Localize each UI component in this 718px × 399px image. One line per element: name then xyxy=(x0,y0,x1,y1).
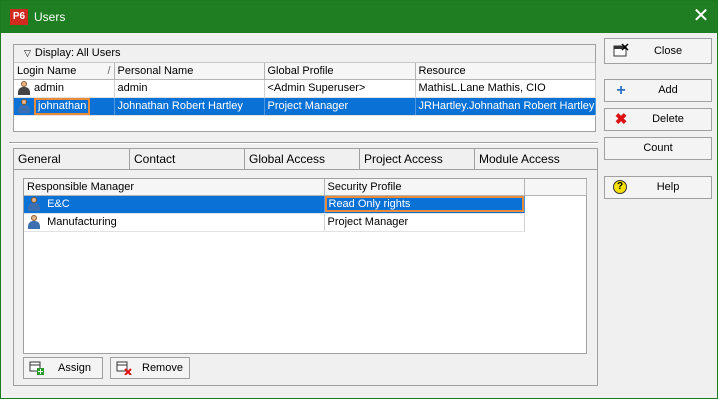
column-header-resource[interactable]: Resource xyxy=(415,63,596,80)
assign-label: Assign xyxy=(58,362,92,374)
personal-cell[interactable]: Johnathan Robert Hartley xyxy=(114,97,265,116)
close-label: Close xyxy=(653,45,683,57)
profile-cell[interactable]: Project Manager xyxy=(264,97,416,116)
login-cell[interactable]: johnathan xyxy=(14,97,115,116)
manager-cell[interactable]: E&C xyxy=(24,195,325,214)
users-table-header: Login Name / Personal Name Global Profile… xyxy=(14,63,596,80)
display-filter[interactable]: ▽ Display: All Users xyxy=(14,45,595,63)
users-list: ▽ Display: All Users Login Name / Personal… xyxy=(13,44,596,132)
delete-label: Delete xyxy=(652,113,684,125)
tab-module-access[interactable]: Module Access xyxy=(474,148,598,170)
profile-cell[interactable]: <Admin Superuser> xyxy=(264,79,416,98)
count-label: Count xyxy=(643,142,673,154)
security-profile-value: Read Only rights xyxy=(324,196,523,212)
remove-button[interactable]: Remove xyxy=(110,357,190,379)
close-window-icon xyxy=(613,43,629,57)
tab-general[interactable]: General xyxy=(13,148,130,170)
table-row[interactable]: E&C Read Only rights xyxy=(24,195,586,214)
responsible-manager-list: Responsible Manager Security Profile E&C… xyxy=(23,178,587,354)
display-label: Display: All Users xyxy=(34,47,121,59)
delete-button[interactable]: ✖ Delete xyxy=(604,108,712,131)
table-row[interactable]: johnathan Johnathan Robert Hartley Proje… xyxy=(14,97,596,116)
manager-cell[interactable]: Manufacturing xyxy=(24,213,325,232)
column-header-profile[interactable]: Global Profile xyxy=(264,63,416,80)
project-access-header: Responsible Manager Security Profile xyxy=(24,179,587,196)
count-button[interactable]: Count xyxy=(604,137,712,160)
admin-user-icon xyxy=(17,81,31,95)
project-access-table: Responsible Manager Security Profile E&C… xyxy=(24,179,587,232)
help-button[interactable]: ? Help xyxy=(604,176,712,199)
add-button[interactable]: + Add xyxy=(604,79,712,102)
security-cell[interactable]: Project Manager xyxy=(324,213,525,232)
column-header-filler xyxy=(524,179,587,196)
title-bar: P6 Users ✕ xyxy=(1,1,717,33)
p6-logo: P6 xyxy=(10,9,28,25)
add-label: Add xyxy=(658,84,678,96)
sort-indicator: / xyxy=(107,64,111,77)
column-header-login[interactable]: Login Name / xyxy=(14,63,115,80)
assign-icon xyxy=(29,361,44,375)
security-cell[interactable]: Read Only rights xyxy=(324,195,525,214)
remove-icon xyxy=(116,361,132,375)
splitter[interactable] xyxy=(9,142,598,144)
manager-icon xyxy=(27,197,41,211)
users-dialog: P6 Users ✕ ▽ Display: All Users Login Nam… xyxy=(0,0,718,399)
help-icon: ? xyxy=(613,180,627,194)
column-header-security[interactable]: Security Profile xyxy=(324,179,525,196)
column-header-manager[interactable]: Responsible Manager xyxy=(24,179,325,196)
users-table: Login Name / Personal Name Global Profile… xyxy=(14,63,596,116)
user-icon xyxy=(17,98,31,113)
chevron-down-icon[interactable]: ▽ xyxy=(24,45,31,62)
table-row[interactable]: admin admin <Admin Superuser> MathisL.La… xyxy=(14,79,596,98)
help-label: Help xyxy=(656,181,680,193)
assign-button[interactable]: Assign xyxy=(23,357,103,379)
delete-x-icon: ✖ xyxy=(614,111,628,128)
close-button[interactable]: Close xyxy=(604,38,712,64)
tab-global-access[interactable]: Global Access xyxy=(244,148,360,170)
project-access-panel: Responsible Manager Security Profile E&C… xyxy=(13,169,598,386)
tab-project-access[interactable]: Project Access xyxy=(359,148,475,171)
login-cell[interactable]: admin xyxy=(14,79,115,98)
column-header-personal[interactable]: Personal Name xyxy=(114,63,265,80)
table-row[interactable]: Manufacturing Project Manager xyxy=(24,213,586,232)
close-icon[interactable]: ✕ xyxy=(691,6,711,27)
personal-cell[interactable]: admin xyxy=(114,79,265,98)
remove-label: Remove xyxy=(142,362,183,374)
plus-icon: + xyxy=(616,82,626,99)
tab-contact[interactable]: Contact xyxy=(129,148,245,170)
resource-cell[interactable]: JRHartley.Johnathan Robert Hartley xyxy=(415,97,596,116)
resource-cell[interactable]: MathisL.Lane Mathis, CIO xyxy=(415,79,596,98)
manager-icon xyxy=(27,215,41,229)
window-title: Users xyxy=(34,10,66,24)
detail-tabs: General Contact Global Access Project Ac… xyxy=(13,148,598,171)
